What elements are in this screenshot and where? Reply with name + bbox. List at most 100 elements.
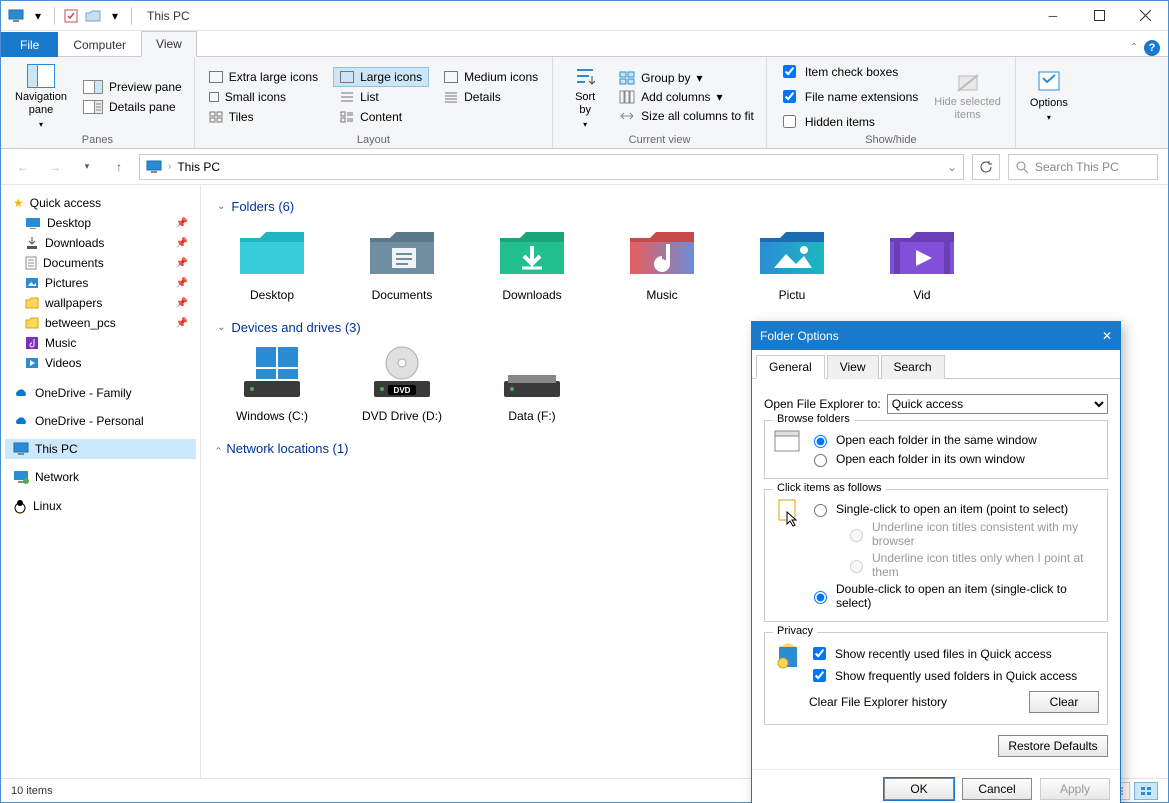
radio-double-click[interactable]: Double-click to open an item (single-cli… <box>809 582 1099 610</box>
dialog-tab-search[interactable]: Search <box>881 355 945 379</box>
search-field[interactable]: Search This PC <box>1008 154 1158 180</box>
privacy-group: Privacy Show recently used files in Quic… <box>764 632 1108 725</box>
layout-large[interactable]: Large icons <box>334 68 428 86</box>
cancel-button[interactable]: Cancel <box>962 778 1032 800</box>
radio-underline-point[interactable]: Underline icon titles only when I point … <box>845 551 1099 579</box>
layout-extra-large[interactable]: Extra large icons <box>203 68 324 86</box>
tab-view[interactable]: View <box>141 31 197 57</box>
minimize-button[interactable]: ─ <box>1030 1 1076 30</box>
sidebar-onedrive-personal[interactable]: OneDrive - Personal <box>5 411 196 431</box>
forward-button[interactable]: → <box>43 155 67 179</box>
large-icons-view-button[interactable] <box>1134 782 1158 800</box>
sidebar-network[interactable]: Network <box>5 467 196 487</box>
folder-downloads[interactable]: Downloads <box>487 222 577 302</box>
item-checkboxes-toggle[interactable]: Item check boxes <box>775 60 922 83</box>
check-frequent-folders[interactable]: Show frequently used folders in Quick ac… <box>809 666 1099 685</box>
apply-button[interactable]: Apply <box>1040 778 1110 800</box>
hide-selected-button[interactable]: Hide selected items <box>928 67 1007 126</box>
details-pane-button[interactable]: Details pane <box>79 98 186 116</box>
layout-list[interactable]: List <box>334 88 428 106</box>
navigation-pane-button[interactable]: Navigation pane▾ <box>9 60 73 134</box>
search-icon <box>1015 160 1029 174</box>
clear-history-label: Clear File Explorer history <box>809 695 947 709</box>
dialog-title: Folder Options <box>760 329 839 343</box>
sidebar: ★Quick access Desktop📌 Downloads📌 Docume… <box>1 185 201 778</box>
maximize-button[interactable] <box>1076 1 1122 30</box>
sidebar-linux[interactable]: Linux <box>5 495 196 517</box>
properties-icon[interactable] <box>62 7 80 25</box>
sidebar-item-pictures[interactable]: Pictures📌 <box>5 273 196 293</box>
layout-details[interactable]: Details <box>438 88 544 106</box>
layout-medium[interactable]: Medium icons <box>438 68 544 86</box>
show-hide-group-label: Show/hide <box>775 132 1007 146</box>
radio-underline-browser[interactable]: Underline icon titles consistent with my… <box>845 520 1099 548</box>
drive-c[interactable]: Windows (C:) <box>227 343 317 423</box>
sidebar-onedrive-family[interactable]: OneDrive - Family <box>5 383 196 403</box>
explorer-window: ▾ ▾ This PC ─ File Computer View ˆ ? Nav… <box>0 0 1169 803</box>
drive-data[interactable]: Data (F:) <box>487 343 577 423</box>
size-columns-button[interactable]: Size all columns to fit <box>615 107 758 125</box>
star-icon: ★ <box>13 196 24 210</box>
tab-file[interactable]: File <box>1 32 58 57</box>
folder-music[interactable]: Music <box>617 222 707 302</box>
check-recent-files[interactable]: Show recently used files in Quick access <box>809 644 1099 663</box>
folder-pictures[interactable]: Pictu <box>747 222 837 302</box>
radio-single-click[interactable]: Single-click to open an item (point to s… <box>809 501 1099 517</box>
hidden-items-toggle[interactable]: Hidden items <box>775 110 922 133</box>
click-icon <box>773 498 801 528</box>
dialog-close-button[interactable]: ✕ <box>1102 329 1112 343</box>
sidebar-item-between-pcs[interactable]: between_pcs📌 <box>5 313 196 333</box>
chevron-down-icon: ▾ <box>39 120 43 130</box>
dialog-tab-general[interactable]: General <box>756 355 825 379</box>
sort-by-button[interactable]: Sort by▾ <box>561 60 609 134</box>
radio-own-window[interactable]: Open each folder in its own window <box>809 451 1099 467</box>
open-explorer-label: Open File Explorer to: <box>764 397 881 411</box>
sidebar-item-wallpapers[interactable]: wallpapers📌 <box>5 293 196 313</box>
sidebar-this-pc[interactable]: This PC <box>5 439 196 459</box>
address-field[interactable]: › This PC ⌄ <box>139 154 964 180</box>
file-extensions-toggle[interactable]: File name extensions <box>775 85 922 108</box>
dropdown-icon[interactable]: ▾ <box>29 7 47 25</box>
open-explorer-select[interactable]: Quick access <box>887 394 1108 414</box>
svg-text:DVD: DVD <box>394 386 411 395</box>
add-columns-button[interactable]: Add columns ▾ <box>615 88 758 106</box>
sidebar-item-videos[interactable]: Videos <box>5 353 196 373</box>
refresh-button[interactable] <box>972 154 1000 180</box>
recent-button[interactable]: ▾ <box>75 155 99 179</box>
window-icon <box>773 429 801 453</box>
tab-computer[interactable]: Computer <box>58 32 141 57</box>
clear-button[interactable]: Clear <box>1029 691 1099 713</box>
group-by-button[interactable]: Group by ▾ <box>615 69 758 87</box>
back-button[interactable]: ← <box>11 155 35 179</box>
options-button[interactable]: Options▾ <box>1024 66 1074 127</box>
sidebar-item-documents[interactable]: Documents📌 <box>5 253 196 273</box>
up-button[interactable]: ↑ <box>107 155 131 179</box>
sidebar-item-downloads[interactable]: Downloads📌 <box>5 233 196 253</box>
dialog-titlebar[interactable]: Folder Options ✕ <box>752 322 1120 350</box>
qat-dropdown-icon[interactable]: ▾ <box>106 7 124 25</box>
sidebar-item-desktop[interactable]: Desktop📌 <box>5 213 196 233</box>
sidebar-quick-access[interactable]: ★Quick access <box>5 193 196 213</box>
ribbon-collapse-icon[interactable]: ˆ <box>1132 41 1136 55</box>
pc-icon <box>146 160 162 174</box>
preview-pane-button[interactable]: Preview pane <box>79 78 186 96</box>
section-folders[interactable]: ⌄Folders (6) <box>217 199 1152 214</box>
ok-button[interactable]: OK <box>884 778 954 800</box>
folder-desktop[interactable]: Desktop <box>227 222 317 302</box>
layout-content[interactable]: Content <box>334 108 428 126</box>
drive-dvd[interactable]: DVDDVD Drive (D:) <box>357 343 447 423</box>
restore-defaults-button[interactable]: Restore Defaults <box>998 735 1108 757</box>
address-bar: ← → ▾ ↑ › This PC ⌄ Search This PC <box>1 149 1168 185</box>
folder-documents[interactable]: Documents <box>357 222 447 302</box>
address-dropdown-icon[interactable]: ⌄ <box>947 160 957 174</box>
sidebar-item-music[interactable]: Music <box>5 333 196 353</box>
folder-videos[interactable]: Vid <box>877 222 967 302</box>
layout-tiles[interactable]: Tiles <box>203 108 324 126</box>
folder-icon[interactable] <box>84 7 102 25</box>
layout-small[interactable]: Small icons <box>203 88 324 106</box>
help-icon[interactable]: ? <box>1144 40 1160 56</box>
close-button[interactable] <box>1122 1 1168 30</box>
radio-same-window[interactable]: Open each folder in the same window <box>809 432 1099 448</box>
dialog-tab-view[interactable]: View <box>827 355 879 379</box>
pc-icon <box>7 7 25 25</box>
